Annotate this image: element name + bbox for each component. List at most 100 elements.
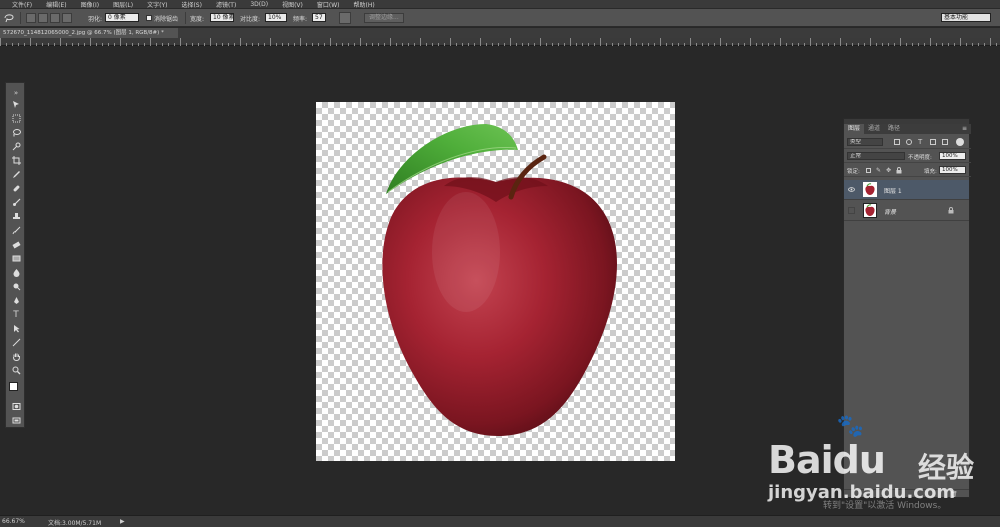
blend-opacity-row: 正常 不透明度: 100% (844, 150, 971, 163)
menu-help[interactable]: 帮助(H) (347, 0, 382, 9)
quick-mask-icon[interactable] (10, 401, 22, 412)
feather-input[interactable]: 0 像素 (105, 13, 139, 22)
crop-tool-icon[interactable] (10, 155, 22, 166)
brush-tool-icon[interactable] (10, 197, 22, 208)
layer-row-background[interactable]: 背景 (844, 201, 969, 221)
watermark: Bai 🐾 du 经验 jingyan.baidu.com 转到"设置"以激活 Wi… (768, 414, 988, 511)
layers-panel-tabs: 图层 通道 路径 ≡ (844, 124, 971, 134)
gradient-tool-icon[interactable] (10, 253, 22, 264)
watermark-cn: 经验 (918, 451, 975, 484)
fill-label: 填充: (924, 169, 937, 175)
layer-row-layer1[interactable]: 图层 1 (844, 180, 969, 200)
layer-name[interactable]: 背景 (884, 207, 896, 216)
paw-icon: 🐾 (836, 414, 864, 439)
filter-toggle-icon[interactable] (956, 138, 964, 146)
filter-adjustment-icon[interactable] (906, 139, 912, 145)
filter-smartobject-icon[interactable] (942, 139, 948, 145)
separator (20, 12, 21, 24)
panel-menu-icon[interactable]: ≡ (962, 124, 971, 134)
filter-kind-select[interactable]: 类型 (847, 138, 883, 146)
lock-all-icon[interactable] (896, 167, 902, 176)
layer-filter-row: 类型 T (844, 136, 971, 149)
magnetic-lasso-icon[interactable] (3, 12, 15, 25)
eyedropper-tool-icon[interactable] (10, 169, 22, 180)
tab-paths[interactable]: 路径 (884, 124, 904, 134)
menu-filter[interactable]: 滤镜(T) (209, 0, 243, 9)
opacity-input[interactable]: 100% (939, 152, 966, 160)
menu-select[interactable]: 选择(S) (174, 0, 209, 9)
healing-brush-tool-icon[interactable] (10, 183, 22, 194)
status-menu-arrow-icon[interactable]: ▶ (120, 518, 125, 525)
subtract-selection-icon[interactable] (50, 13, 60, 23)
marquee-tool-icon[interactable] (10, 113, 22, 124)
filter-pixel-icon[interactable] (894, 139, 900, 145)
refine-edge-button[interactable]: 调整边缘... (364, 13, 404, 23)
quick-selection-tool-icon[interactable] (10, 141, 22, 152)
apple-image (382, 124, 617, 437)
eraser-tool-icon[interactable] (10, 239, 22, 250)
pen-tool-icon[interactable] (10, 295, 22, 306)
menu-bar: 文件(F) 编辑(E) 图像(I) 图层(L) 文字(Y) 选择(S) 滤镜(T… (0, 0, 1000, 9)
tab-layers[interactable]: 图层 (844, 124, 865, 134)
toolbox-collapse-icon[interactable]: » (10, 87, 22, 98)
contrast-input[interactable]: 10% (265, 13, 287, 22)
add-selection-icon[interactable] (38, 13, 48, 23)
lock-pixels-icon[interactable]: ✎ (876, 167, 881, 174)
path-selection-tool-icon[interactable] (10, 323, 22, 334)
clone-stamp-tool-icon[interactable] (10, 211, 22, 222)
menu-layer[interactable]: 图层(L) (106, 0, 140, 9)
intersect-selection-icon[interactable] (62, 13, 72, 23)
lasso-tool-icon[interactable] (10, 127, 22, 138)
document-canvas[interactable] (316, 102, 675, 461)
screen-mode-icon[interactable] (10, 415, 22, 426)
zoom-level[interactable]: 66.67% (2, 518, 25, 525)
width-input[interactable]: 10 像素 (210, 13, 234, 22)
visibility-toggle-empty[interactable] (848, 207, 855, 214)
filter-type-icon[interactable]: T (918, 138, 922, 146)
fill-input[interactable]: 100% (939, 166, 966, 174)
lock-icon (948, 207, 954, 214)
menu-edit[interactable]: 编辑(E) (39, 0, 73, 9)
eye-icon[interactable] (848, 186, 855, 193)
lock-label: 锁定: (847, 169, 860, 175)
workspace-select[interactable]: 基本功能 (941, 13, 991, 22)
antialias-label: 消除锯齿 (154, 16, 179, 23)
contrast-label: 对比度: (240, 16, 261, 23)
document-tab-bar: 572670_114812065000_2.jpg @ 66.7% (图层 1,… (0, 28, 1000, 38)
status-bar: 66.67% 文档:3.00M/5.71M ▶ (0, 515, 1000, 527)
separator (185, 12, 186, 24)
menu-file[interactable]: 文件(F) (0, 0, 39, 9)
hand-tool-icon[interactable] (10, 351, 22, 362)
tab-channels[interactable]: 通道 (864, 124, 884, 134)
dodge-tool-icon[interactable] (10, 281, 22, 292)
new-selection-icon[interactable] (26, 13, 36, 23)
history-brush-tool-icon[interactable] (10, 225, 22, 236)
windows-activation-notice: 转到"设置"以激活 Windows。 (823, 501, 947, 511)
menu-window[interactable]: 窗口(W) (310, 0, 347, 9)
line-tool-icon[interactable] (10, 337, 22, 348)
menu-3d[interactable]: 3D(D) (243, 1, 275, 8)
blend-mode-select[interactable]: 正常 (847, 152, 905, 160)
document-info[interactable]: 文档:3.00M/5.71M (48, 518, 101, 527)
filter-shape-icon[interactable] (930, 139, 936, 145)
foreground-color-swatch[interactable] (9, 382, 18, 391)
layer-thumbnail (863, 182, 877, 197)
pen-pressure-icon[interactable] (339, 12, 351, 24)
lock-position-icon[interactable]: ✥ (886, 167, 891, 174)
blur-tool-icon[interactable] (10, 267, 22, 278)
toolbox: » T (5, 82, 25, 428)
type-tool-icon[interactable]: T (10, 309, 22, 320)
lock-transparent-icon[interactable] (866, 168, 871, 173)
zoom-tool-icon[interactable] (10, 365, 22, 376)
antialias-checkbox[interactable] (146, 15, 152, 21)
document-tab[interactable]: 572670_114812065000_2.jpg @ 66.7% (图层 1,… (0, 28, 178, 38)
watermark-brand: Bai 🐾 du (768, 414, 886, 482)
menu-type[interactable]: 文字(Y) (140, 0, 174, 9)
layer-name[interactable]: 图层 1 (884, 186, 902, 195)
menu-view[interactable]: 视图(V) (275, 0, 310, 9)
width-label: 宽度: (190, 16, 205, 23)
feather-label: 羽化: (88, 16, 103, 23)
frequency-input[interactable]: 57 (312, 13, 326, 22)
move-tool-icon[interactable] (10, 99, 22, 110)
menu-image[interactable]: 图像(I) (74, 0, 106, 9)
